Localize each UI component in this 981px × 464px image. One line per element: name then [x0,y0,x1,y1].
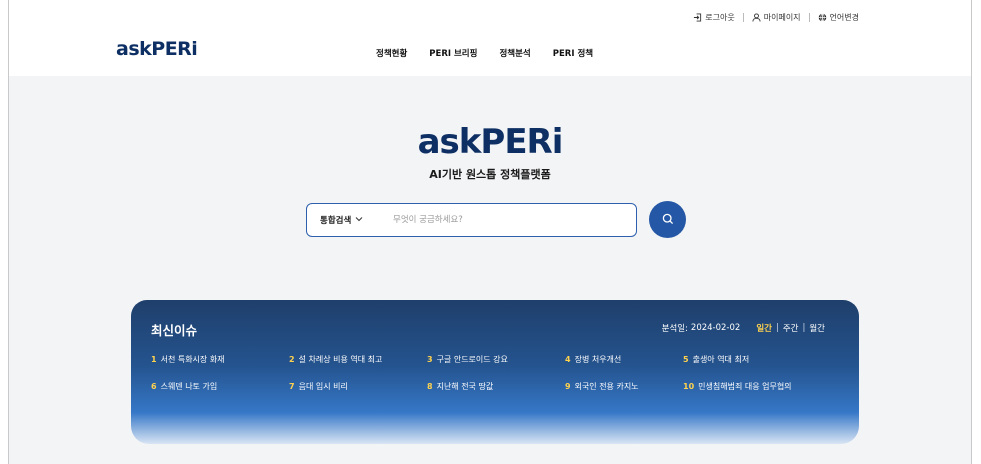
utility-menu: 로그아웃 마이페이지 언어변경 [693,12,859,23]
language-label: 언어변경 [829,13,859,22]
issue-item[interactable]: 10 민생침해범죄 대응 업무협의 [683,381,833,392]
issue-keyword: 지난해 전국 땅값 [436,382,494,391]
period-weekly-tab[interactable]: 주간 [783,322,799,334]
logout-label: 로그아웃 [705,13,735,22]
search-type-label: 통합검색 [320,216,352,226]
issue-rank: 7 [289,382,295,391]
issue-rank: 3 [427,355,433,364]
issue-rank: 6 [151,382,157,391]
issue-item[interactable]: 9 외국인 전용 카지노 [565,381,683,392]
site-header: 로그아웃 마이페이지 언어변경 askPERi 정책현황 PERI 브리핑 정책… [9,0,971,76]
search-button[interactable] [649,201,686,238]
issue-keyword: 스웨덴 나토 가입 [160,382,218,391]
issue-item[interactable]: 6 스웨덴 나토 가입 [151,381,289,392]
issue-rank: 9 [565,382,571,391]
issue-item[interactable]: 4 장병 처우개선 [565,354,683,365]
issue-rank: 1 [151,355,157,364]
issue-rank: 4 [565,355,571,364]
main-nav: 정책현황 PERI 브리핑 정책분석 PERI 정책 [376,47,593,59]
analysis-date: 2024-02-02 [690,323,741,333]
issue-rank: 8 [427,382,433,391]
issue-keyword: 외국인 전용 카지노 [574,382,639,391]
issue-keyword: 구글 안드로이드 강요 [436,355,508,364]
search-bar: 통합검색 [306,203,637,237]
analysis-date-label: 분석일: [661,324,688,334]
issue-item[interactable]: 2설 차례상 비용 역대 최고 [289,354,427,365]
mypage-link[interactable]: 마이페이지 [752,12,801,23]
nav-item-peri-briefing[interactable]: PERI 브리핑 [429,47,477,59]
issue-item[interactable]: 3 구글 안드로이드 강요 [427,354,565,365]
utility-divider [742,13,744,22]
issue-keyword: 서천 특화시장 화재 [160,355,225,364]
issue-list: 1 서천 특화시장 화재 2설 차례상 비용 역대 최고 3 구글 안드로이드 강요… [151,354,833,392]
period-divider: | [775,323,779,333]
issue-rank: 10 [683,382,695,391]
search-input[interactable] [389,204,636,236]
issue-item[interactable]: 5 출생아 역대 최저 [683,354,833,365]
latest-issues-panel: 최신이슈 분석일: 2024-02-02 일간 | 주간 | 월간 1 서천 특화… [131,300,859,444]
search-type-dropdown[interactable]: 통합검색 [307,214,389,226]
issue-item[interactable]: 8 지난해 전국 땅값 [427,381,565,392]
logout-link[interactable]: 로그아웃 [693,12,735,23]
browser-frame: 로그아웃 마이페이지 언어변경 askPERi 정책현황 PERI 브리핑 정책… [8,0,972,464]
header-logo[interactable]: askPERi [116,38,198,60]
globe-icon [818,13,827,22]
chevron-down-icon [355,215,363,225]
issue-keyword: 설 차례상 비용 역대 최고 [298,355,383,364]
user-icon [752,13,761,22]
issue-rank: 2 [289,355,295,364]
issue-keyword: 출생아 역대 최저 [692,355,750,364]
nav-item-policy-analysis[interactable]: 정책분석 [499,47,530,59]
issue-keyword: 장병 처우개선 [574,355,622,364]
issue-keyword: 음대 입시 비리 [298,382,348,391]
nav-item-peri-policy[interactable]: PERI 정책 [553,47,593,59]
language-link[interactable]: 언어변경 [818,12,859,23]
nav-item-policy-status[interactable]: 정책현황 [376,47,407,59]
hero-logo: askPERi [417,122,564,162]
mypage-label: 마이페이지 [763,13,801,22]
period-monthly-tab[interactable]: 월간 [809,322,825,334]
issues-meta: 분석일: 2024-02-02 일간 | 주간 | 월간 [662,322,825,334]
login-icon [693,13,702,22]
utility-divider [808,13,810,22]
issue-rank: 5 [683,355,689,364]
search-icon [662,210,674,229]
issue-item[interactable]: 1 서천 특화시장 화재 [151,354,289,365]
issues-title: 최신이슈 [151,323,198,338]
period-divider: | [802,323,806,333]
hero-tagline: AI기반 원스톱 정책플랫폼 [429,168,551,181]
issue-item[interactable]: 7 음대 입시 비리 [289,381,427,392]
period-daily-tab[interactable]: 일간 [756,322,772,334]
issue-keyword: 민생침해범죄 대응 업무협의 [698,382,792,391]
